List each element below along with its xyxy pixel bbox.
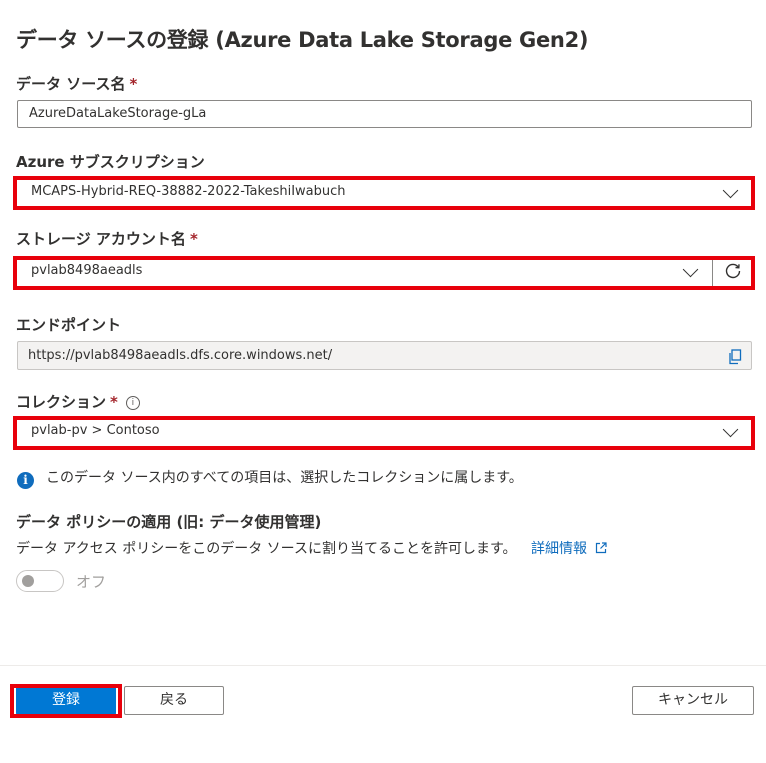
back-button[interactable]: 戻る: [124, 686, 224, 715]
collection-label: コレクション * i: [16, 391, 140, 412]
toggle-state-label: オフ: [76, 573, 107, 591]
datasource-name-label-text: データ ソース名: [16, 75, 126, 93]
external-link-icon: [596, 542, 608, 554]
learn-more-link-text: 詳細情報: [531, 541, 588, 557]
policy-description: データ アクセス ポリシーをこのデータ ソースに割り当てることを許可します。 詳…: [16, 538, 608, 558]
refresh-button[interactable]: [712, 258, 752, 286]
refresh-icon: [725, 263, 741, 279]
copy-button[interactable]: [728, 348, 742, 369]
required-marker: *: [129, 75, 138, 93]
collection-value: pvlab-pv > Contoso: [31, 423, 160, 438]
chevron-down-icon: [722, 421, 739, 438]
collection-info-message: i このデータ ソース内のすべての項目は、選択したコレクションに属します。: [17, 467, 523, 489]
copy-icon: [729, 349, 742, 365]
chevron-down-icon: [682, 261, 699, 278]
endpoint-label: エンドポイント: [16, 316, 122, 334]
cancel-button[interactable]: キャンセル: [632, 686, 754, 715]
chevron-down-icon: [722, 182, 739, 199]
subscription-dropdown[interactable]: MCAPS-Hybrid-REQ-38882-2022-TakeshiIwabu…: [17, 179, 752, 207]
storage-account-label-text: ストレージ アカウント名: [16, 230, 186, 248]
datasource-name-input[interactable]: AzureDataLakeStorage-gLa: [17, 100, 752, 128]
endpoint-value: https://pvlab8498aeadls.dfs.core.windows…: [28, 348, 333, 363]
collection-dropdown[interactable]: pvlab-pv > Contoso: [17, 418, 752, 446]
info-icon[interactable]: i: [125, 396, 140, 410]
required-marker: *: [189, 230, 198, 248]
subscription-value: MCAPS-Hybrid-REQ-38882-2022-TakeshiIwabu…: [31, 184, 346, 199]
policy-heading: データ ポリシーの適用 (旧: データ使用管理): [16, 513, 322, 531]
storage-account-value: pvlab8498aeadls: [31, 263, 143, 278]
storage-account-label: ストレージ アカウント名 *: [16, 228, 198, 249]
footer-divider: [0, 665, 766, 666]
learn-more-link[interactable]: 詳細情報: [531, 541, 608, 557]
subscription-label: Azure サブスクリプション: [16, 153, 205, 171]
info-icon: i: [17, 472, 34, 489]
toggle-knob: [22, 575, 34, 587]
datasource-name-label: データ ソース名 *: [16, 73, 137, 94]
page-title: データ ソースの登録 (Azure Data Lake Storage Gen2…: [16, 28, 589, 52]
endpoint-field: https://pvlab8498aeadls.dfs.core.windows…: [17, 341, 752, 370]
collection-label-text: コレクション: [16, 393, 107, 411]
info-message-text: このデータ ソース内のすべての項目は、選択したコレクションに属します。: [46, 470, 523, 486]
required-marker: *: [110, 393, 118, 411]
storage-account-dropdown[interactable]: pvlab8498aeadls: [17, 258, 752, 286]
register-button[interactable]: 登録: [16, 686, 116, 715]
policy-description-text: データ アクセス ポリシーをこのデータ ソースに割り当てることを許可します。: [16, 541, 517, 557]
policy-toggle[interactable]: [16, 570, 64, 592]
